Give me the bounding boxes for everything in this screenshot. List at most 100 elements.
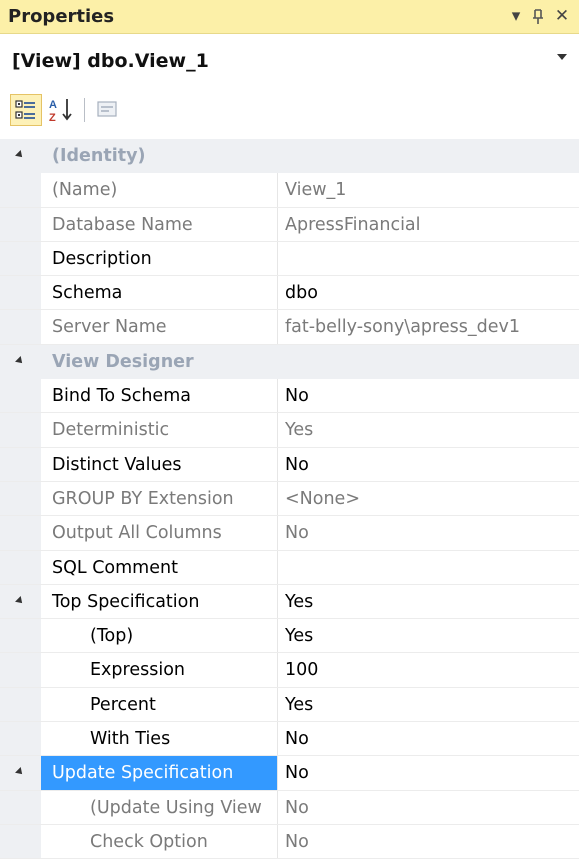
property-row[interactable]: Schema dbo: [0, 276, 579, 311]
property-row[interactable]: Description: [0, 241, 579, 277]
window-position-dropdown-icon[interactable]: ▾: [507, 6, 525, 26]
property-name: Output All Columns: [52, 523, 222, 544]
property-name: Check Option: [90, 831, 208, 852]
column-splitter[interactable]: [277, 241, 278, 276]
property-row[interactable]: Percent Yes: [0, 687, 579, 723]
property-row[interactable]: Deterministic Yes: [0, 413, 579, 448]
row-margin: [0, 790, 41, 824]
row-margin: [0, 241, 41, 276]
property-row[interactable]: Server Name fat-belly-sony\apress_dev1: [0, 310, 579, 345]
properties-toolbar: A Z: [0, 86, 579, 136]
column-splitter[interactable]: [277, 413, 278, 447]
property-value: No: [285, 797, 309, 818]
property-value: No: [285, 523, 309, 544]
property-pages-icon: [97, 101, 117, 117]
row-margin: [0, 173, 41, 207]
row-margin: [0, 550, 41, 584]
collapse-triangle-icon[interactable]: [15, 355, 25, 366]
row-margin: [0, 824, 41, 859]
column-splitter[interactable]: [277, 687, 278, 722]
property-row[interactable]: Expression 100: [0, 653, 579, 688]
property-row[interactable]: (Name) View_1: [0, 173, 579, 208]
property-row-selected[interactable]: Update Specification No: [0, 756, 579, 791]
categorized-button[interactable]: [10, 94, 42, 126]
property-name: Expression: [90, 660, 185, 681]
row-margin: [0, 447, 41, 481]
svg-text:Z: Z: [49, 112, 56, 124]
window-title: Properties: [8, 6, 115, 27]
property-name: Update Specification: [41, 756, 277, 791]
property-row[interactable]: Bind To Schema No: [0, 379, 579, 414]
column-splitter[interactable]: [277, 310, 278, 344]
collapse-triangle-icon[interactable]: [15, 767, 25, 778]
properties-window: Properties ▾ ✕ [View] dbo.View_1 A Z (Id…: [0, 0, 579, 859]
property-row[interactable]: SQL Comment: [0, 550, 579, 585]
title-bar: Properties ▾ ✕: [0, 0, 579, 34]
property-value[interactable]: No: [285, 448, 309, 482]
property-row[interactable]: Output All Columns No: [0, 516, 579, 551]
column-splitter[interactable]: [277, 790, 278, 824]
property-value: <None>: [285, 488, 360, 509]
collapse-triangle-icon[interactable]: [15, 595, 25, 606]
row-margin: [0, 687, 41, 722]
row-margin: [0, 516, 41, 550]
property-value[interactable]: 100: [285, 653, 318, 687]
row-margin: [0, 653, 41, 687]
row-margin: [0, 310, 41, 344]
category-row[interactable]: View Designer: [0, 344, 579, 380]
property-row[interactable]: Top Specification Yes: [0, 584, 579, 620]
column-splitter[interactable]: [277, 481, 278, 516]
property-name: Database Name: [52, 214, 193, 235]
column-splitter[interactable]: [277, 653, 278, 687]
category-row[interactable]: (Identity): [0, 139, 579, 174]
column-splitter[interactable]: [277, 756, 278, 790]
property-name: SQL Comment: [52, 557, 178, 578]
row-margin: [0, 207, 41, 241]
column-splitter[interactable]: [277, 550, 278, 584]
property-row[interactable]: GROUP BY Extension <None>: [0, 481, 579, 517]
sort-alphabetical-icon: A Z: [49, 99, 72, 124]
column-splitter[interactable]: [277, 276, 278, 310]
column-splitter[interactable]: [277, 379, 278, 413]
column-splitter[interactable]: [277, 516, 278, 550]
svg-text:A: A: [49, 99, 57, 111]
row-margin: [0, 619, 41, 653]
property-value[interactable]: No: [285, 379, 309, 413]
property-value[interactable]: No: [285, 756, 309, 790]
property-value[interactable]: dbo: [285, 276, 318, 310]
alphabetical-button[interactable]: A Z: [46, 94, 78, 126]
property-name: Server Name: [52, 317, 167, 338]
column-splitter[interactable]: [277, 619, 278, 653]
property-value[interactable]: Yes: [285, 585, 313, 619]
column-splitter[interactable]: [277, 207, 278, 241]
property-row[interactable]: Check Option No: [0, 824, 579, 859]
property-row[interactable]: (Update Using View No: [0, 790, 579, 825]
row-margin: [0, 584, 41, 619]
property-row[interactable]: Database Name ApressFinancial: [0, 207, 579, 242]
property-value[interactable]: Yes: [285, 619, 313, 653]
object-selector[interactable]: [View] dbo.View_1: [0, 36, 579, 86]
row-margin: [0, 481, 41, 516]
pin-icon[interactable]: [529, 6, 547, 30]
property-value: fat-belly-sony\apress_dev1: [285, 317, 520, 338]
toolbar-separator: [84, 98, 85, 122]
column-splitter[interactable]: [277, 173, 278, 207]
object-selector-value: [View] dbo.View_1: [12, 50, 209, 72]
property-name: Percent: [90, 694, 156, 715]
collapse-triangle-icon[interactable]: [15, 150, 25, 160]
property-pages-button[interactable]: [92, 94, 124, 126]
property-row[interactable]: Distinct Values No: [0, 447, 579, 482]
column-splitter[interactable]: [277, 722, 278, 756]
close-icon[interactable]: ✕: [553, 6, 571, 26]
property-value: ApressFinancial: [285, 214, 421, 235]
property-value[interactable]: No: [285, 722, 309, 756]
column-splitter[interactable]: [277, 447, 278, 481]
property-grid: (Identity) (Name) View_1 Database Name A…: [0, 139, 579, 859]
property-row[interactable]: With Ties No: [0, 722, 579, 757]
column-splitter[interactable]: [277, 584, 278, 619]
chevron-down-icon[interactable]: [557, 54, 567, 60]
property-name: (Name): [52, 180, 118, 201]
property-row[interactable]: (Top) Yes: [0, 619, 579, 654]
column-splitter[interactable]: [277, 824, 278, 859]
property-value[interactable]: Yes: [285, 688, 313, 722]
